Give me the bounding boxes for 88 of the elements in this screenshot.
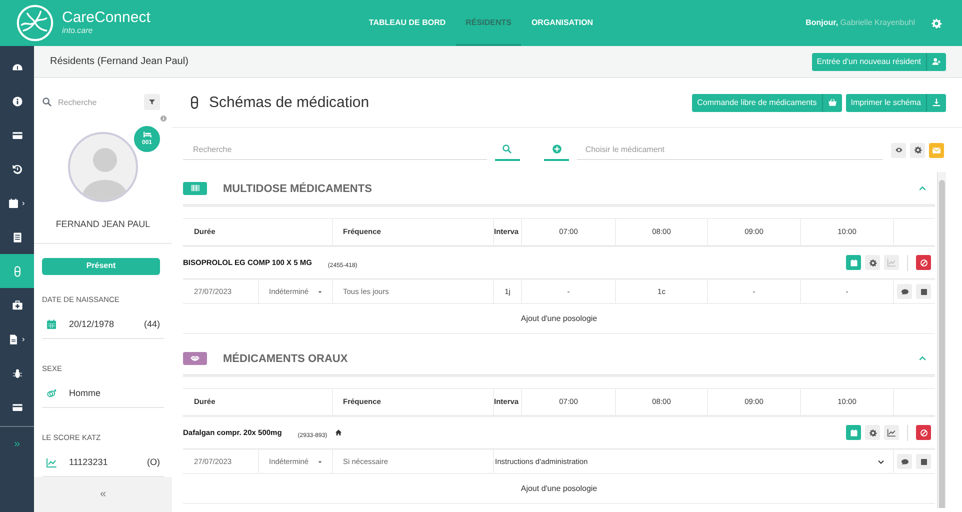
ban-icon	[920, 258, 928, 266]
calendar-icon	[850, 258, 858, 266]
caret-icon	[316, 458, 323, 464]
new-resident-button[interactable]: Entrée d'un nouveau résident	[812, 52, 946, 70]
add-icon	[552, 144, 562, 154]
chevron-up-icon	[918, 354, 927, 362]
bug-icon	[12, 368, 22, 378]
section-title: MÉDICAMENTS ORAUX	[223, 353, 348, 365]
comment-button[interactable]	[897, 284, 912, 299]
gauge-icon	[12, 62, 22, 72]
history-icon	[12, 164, 22, 174]
collapse-toggle[interactable]: «	[100, 486, 106, 503]
section-title: MULTIDOSE MÉDICAMENTS	[223, 183, 372, 195]
settings-button[interactable]	[865, 255, 880, 270]
comment-icon	[900, 458, 908, 466]
envelope-icon	[932, 146, 941, 154]
medkit-icon	[12, 300, 22, 310]
expand-toggle[interactable]: »	[14, 436, 20, 452]
view-button[interactable]	[891, 142, 906, 158]
download-icon	[932, 98, 941, 107]
info-icon	[12, 96, 22, 106]
page-title: Schémas de médication	[209, 94, 370, 110]
logo-icon	[16, 4, 54, 42]
file-icon	[8, 334, 19, 344]
settings-button[interactable]	[910, 142, 925, 158]
scrollbar[interactable]	[937, 172, 946, 508]
card-icon	[12, 130, 22, 140]
caret-icon	[316, 288, 323, 294]
settings-icon	[868, 258, 876, 266]
stop-button[interactable]	[916, 425, 931, 440]
square-icon	[920, 288, 928, 296]
stop-square-button[interactable]	[916, 454, 931, 469]
search-icon	[502, 144, 512, 154]
toolbar-button[interactable]: Commande libre de médicaments	[692, 94, 842, 112]
toolbar-button[interactable]: Imprimer le schéma	[846, 94, 946, 112]
chart-icon	[46, 456, 57, 468]
calendar-icon	[46, 318, 57, 330]
field-note: (O)	[147, 456, 160, 467]
brand-name: CareConnect	[62, 10, 150, 24]
gender-icon	[46, 388, 57, 399]
add-dosage-link[interactable]: Ajout d'une posologie	[520, 482, 598, 494]
chevron-down-icon	[877, 458, 885, 466]
chevron-right-icon	[21, 200, 26, 206]
settings-button[interactable]	[865, 425, 880, 440]
resident-name: FERNAND JEAN PAUL	[56, 219, 150, 230]
stop-button[interactable]	[916, 255, 931, 270]
bed-icon	[142, 130, 152, 139]
search-icon	[42, 97, 52, 107]
user-plus-icon	[932, 57, 941, 66]
ban-icon	[920, 428, 928, 436]
add-dosage-link[interactable]: Ajout d'une posologie	[520, 312, 598, 324]
pill-icon	[12, 266, 22, 276]
brand-subtitle: into.care	[62, 24, 94, 36]
chevron-up-icon	[918, 184, 927, 192]
square-icon	[920, 458, 928, 466]
search-field[interactable]: Recherche	[183, 140, 487, 160]
info-icon	[160, 115, 167, 122]
chevron-right-icon	[21, 336, 26, 342]
filter-icon	[148, 98, 156, 106]
chart-button[interactable]	[884, 425, 899, 440]
barcode-icon	[190, 183, 200, 193]
chart-icon	[887, 428, 896, 437]
basket-icon	[828, 98, 837, 107]
list-icon	[12, 232, 22, 242]
settings-icon	[868, 428, 876, 436]
field-note: (44)	[144, 318, 160, 329]
greeting: Bonjour, Gabrielle Krayenbuhl	[806, 17, 915, 29]
calendar-icon	[8, 198, 19, 208]
stop-square-button[interactable]	[916, 284, 931, 299]
card-icon	[12, 402, 22, 412]
chart-icon	[887, 258, 896, 267]
eye-icon	[894, 146, 902, 154]
breadcrumb: Résidents (Fernand Jean Paul)	[50, 55, 188, 69]
resident-search-field[interactable]: Recherche	[56, 92, 136, 112]
nav-tab[interactable]: TABLEAU DE BORD	[358, 0, 456, 46]
field-value: Homme	[69, 388, 101, 398]
status-button[interactable]: Présent	[42, 258, 160, 275]
comment-button[interactable]	[897, 454, 912, 469]
pill-icon	[188, 96, 201, 109]
settings-icon	[931, 18, 942, 28]
nav-tab[interactable]: ORGANISATION	[521, 0, 604, 46]
field-value: 20/12/1978	[69, 318, 114, 329]
calendar-icon	[850, 428, 858, 436]
settings-icon	[914, 146, 922, 154]
field-value: 11123231	[69, 456, 108, 467]
filter-button[interactable]	[144, 94, 160, 110]
medication-field[interactable]: Choisir le médicament	[577, 140, 883, 160]
comment-icon	[900, 288, 908, 296]
